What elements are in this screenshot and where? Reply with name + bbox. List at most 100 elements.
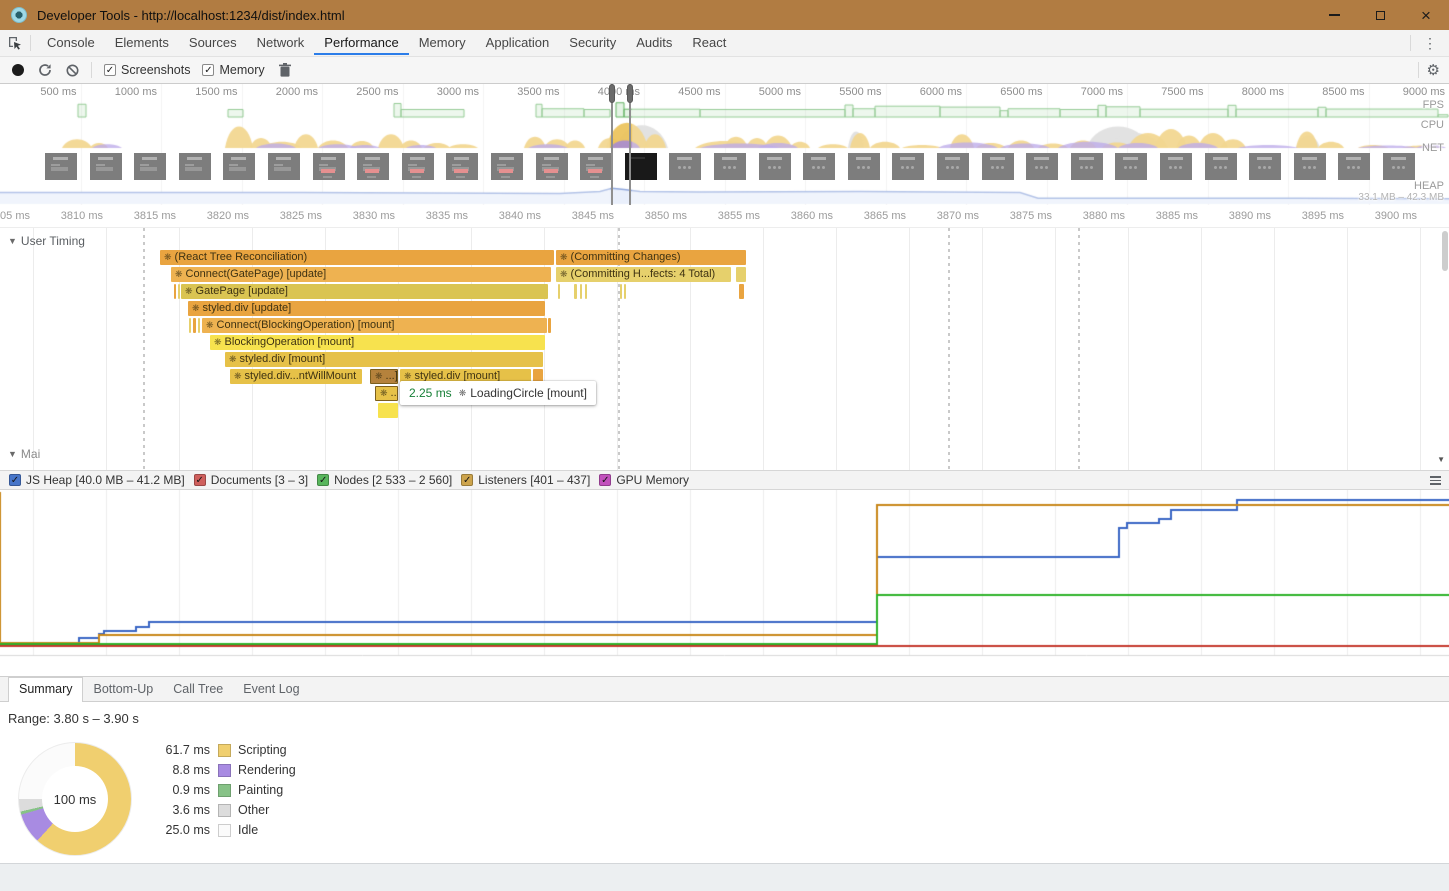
flame-bar[interactable]: [580, 284, 582, 299]
drawer-tab-call-tree[interactable]: Call Tree: [163, 678, 233, 701]
legend-swatch-rendering[interactable]: [218, 764, 231, 777]
screenshot-thumbnail[interactable]: [446, 153, 478, 180]
tab-performance[interactable]: Performance: [314, 31, 408, 55]
flame-bar[interactable]: [193, 318, 196, 333]
maximize-button[interactable]: [1357, 0, 1403, 30]
timeline-overview[interactable]: 500 ms1000 ms1500 ms2000 ms2500 ms3000 m…: [0, 84, 1449, 206]
flame-bar[interactable]: ❋styled.div [update]: [188, 301, 545, 316]
screenshot-thumbnail[interactable]: [45, 153, 77, 180]
counter-gpu[interactable]: ✓GPU Memory: [599, 473, 689, 487]
flame-bar[interactable]: ❋Connect(BlockingOperation) [mount]: [202, 318, 547, 333]
flame-bar[interactable]: [189, 318, 191, 333]
counter-checkbox[interactable]: ✓: [317, 474, 329, 486]
minimize-button[interactable]: [1311, 0, 1357, 30]
screenshot-thumbnail[interactable]: [1383, 153, 1415, 180]
flame-bar[interactable]: [558, 284, 560, 299]
flame-bar[interactable]: [620, 284, 622, 299]
flame-bar[interactable]: ❋BlockingOperation [mount]: [210, 335, 545, 350]
counter-checkbox[interactable]: ✓: [461, 474, 473, 486]
selection-handle[interactable]: [609, 84, 615, 103]
screenshot-thumbnail[interactable]: [1338, 153, 1370, 180]
inspect-element-button[interactable]: [0, 30, 30, 56]
flame-bar[interactable]: ❋GatePage [update]: [181, 284, 548, 299]
tab-application[interactable]: Application: [476, 31, 560, 55]
screenshot-thumbnail[interactable]: [848, 153, 880, 180]
flame-chart-pane[interactable]: ▼User Timing ❋(React Tree Reconciliation…: [0, 228, 1449, 470]
tab-react[interactable]: React: [682, 31, 736, 55]
flame-bar[interactable]: ❋Connect(GatePage) [update]: [171, 267, 551, 282]
flame-bar[interactable]: [574, 284, 577, 299]
flame-bar[interactable]: [624, 284, 626, 299]
screenshot-thumbnail[interactable]: [580, 153, 612, 180]
screenshot-thumbnail[interactable]: [892, 153, 924, 180]
clear-recording-button[interactable]: [66, 64, 79, 77]
flame-bar[interactable]: [378, 403, 398, 418]
flame-bar[interactable]: [548, 318, 551, 333]
screenshot-thumbnail[interactable]: [669, 153, 701, 180]
tab-network[interactable]: Network: [247, 31, 315, 55]
counter-checkbox[interactable]: ✓: [194, 474, 206, 486]
selection-handle[interactable]: [627, 84, 633, 103]
more-options-button[interactable]: ⋮: [1419, 35, 1441, 52]
legend-swatch-other[interactable]: [218, 804, 231, 817]
screenshot-thumbnail[interactable]: [134, 153, 166, 180]
screenshot-thumbnail[interactable]: [714, 153, 746, 180]
screenshot-thumbnail[interactable]: [357, 153, 389, 180]
garbage-collect-button[interactable]: [279, 63, 291, 77]
counters-menu-button[interactable]: [1430, 476, 1441, 485]
screenshot-thumbnail[interactable]: [937, 153, 969, 180]
flame-bar[interactable]: ❋...]: [370, 369, 398, 384]
scroll-down-arrow-icon[interactable]: ▼: [1437, 455, 1445, 464]
drawer-tab-bottom-up[interactable]: Bottom-Up: [83, 678, 163, 701]
vertical-scrollbar-thumb[interactable]: [1442, 231, 1448, 271]
settings-gear-button[interactable]: ⚙: [1427, 61, 1440, 79]
user-timing-section-header[interactable]: ▼User Timing: [8, 234, 85, 248]
screenshot-thumbnail[interactable]: [803, 153, 835, 180]
flame-bar[interactable]: ❋styled.div...ntWillMount: [230, 369, 362, 384]
memory-checkbox-group[interactable]: ✓ Memory: [202, 63, 264, 77]
screenshot-thumbnail[interactable]: [90, 153, 122, 180]
main-section-header-partial[interactable]: ▼Mai: [8, 447, 40, 461]
flame-bar[interactable]: [739, 284, 744, 299]
screenshot-thumbnail[interactable]: [1249, 153, 1281, 180]
screenshot-thumbnail[interactable]: [491, 153, 523, 180]
screenshot-thumbnail[interactable]: [223, 153, 255, 180]
flame-bar[interactable]: [585, 284, 587, 299]
screenshot-thumbnail[interactable]: [1071, 153, 1103, 180]
flame-bar[interactable]: [198, 318, 200, 333]
counter-checkbox[interactable]: ✓: [9, 474, 21, 486]
counter-listeners[interactable]: ✓Listeners [401 – 437]: [461, 473, 590, 487]
screenshot-thumbnail[interactable]: [1294, 153, 1326, 180]
screenshot-thumbnail[interactable]: [313, 153, 345, 180]
flame-bar[interactable]: [736, 267, 746, 282]
counter-documents[interactable]: ✓Documents [3 – 3]: [194, 473, 308, 487]
flame-bar[interactable]: ❋(Committing Changes): [556, 250, 746, 265]
tab-memory[interactable]: Memory: [409, 31, 476, 55]
legend-swatch-painting[interactable]: [218, 784, 231, 797]
tab-elements[interactable]: Elements: [105, 31, 179, 55]
flame-bar[interactable]: ❋...: [375, 386, 398, 401]
screenshot-thumbnail[interactable]: [179, 153, 211, 180]
screenshot-thumbnail[interactable]: [536, 153, 568, 180]
tab-security[interactable]: Security: [559, 31, 626, 55]
record-button[interactable]: [12, 64, 24, 76]
drawer-tab-summary[interactable]: Summary: [8, 677, 83, 702]
screenshot-thumbnail[interactable]: [268, 153, 300, 180]
flame-bar[interactable]: [178, 284, 180, 299]
screenshot-thumbnail[interactable]: [982, 153, 1014, 180]
screenshot-thumbnail[interactable]: [1115, 153, 1147, 180]
memory-checkbox[interactable]: ✓: [202, 64, 214, 76]
counter-nodes[interactable]: ✓Nodes [2 533 – 2 560]: [317, 473, 452, 487]
counter-checkbox[interactable]: ✓: [599, 474, 611, 486]
screenshot-thumbnail[interactable]: [402, 153, 434, 180]
tab-audits[interactable]: Audits: [626, 31, 682, 55]
screenshot-thumbnail[interactable]: [759, 153, 791, 180]
close-button[interactable]: ×: [1403, 0, 1449, 30]
screenshots-checkbox[interactable]: ✓: [104, 64, 116, 76]
flame-bar[interactable]: ❋styled.div [mount]: [225, 352, 543, 367]
drawer-tab-event-log[interactable]: Event Log: [233, 678, 309, 701]
screenshot-thumbnail[interactable]: [1026, 153, 1058, 180]
legend-swatch-scripting[interactable]: [218, 744, 231, 757]
tab-console[interactable]: Console: [37, 31, 105, 55]
counter-js[interactable]: ✓JS Heap [40.0 MB – 41.2 MB]: [9, 473, 185, 487]
